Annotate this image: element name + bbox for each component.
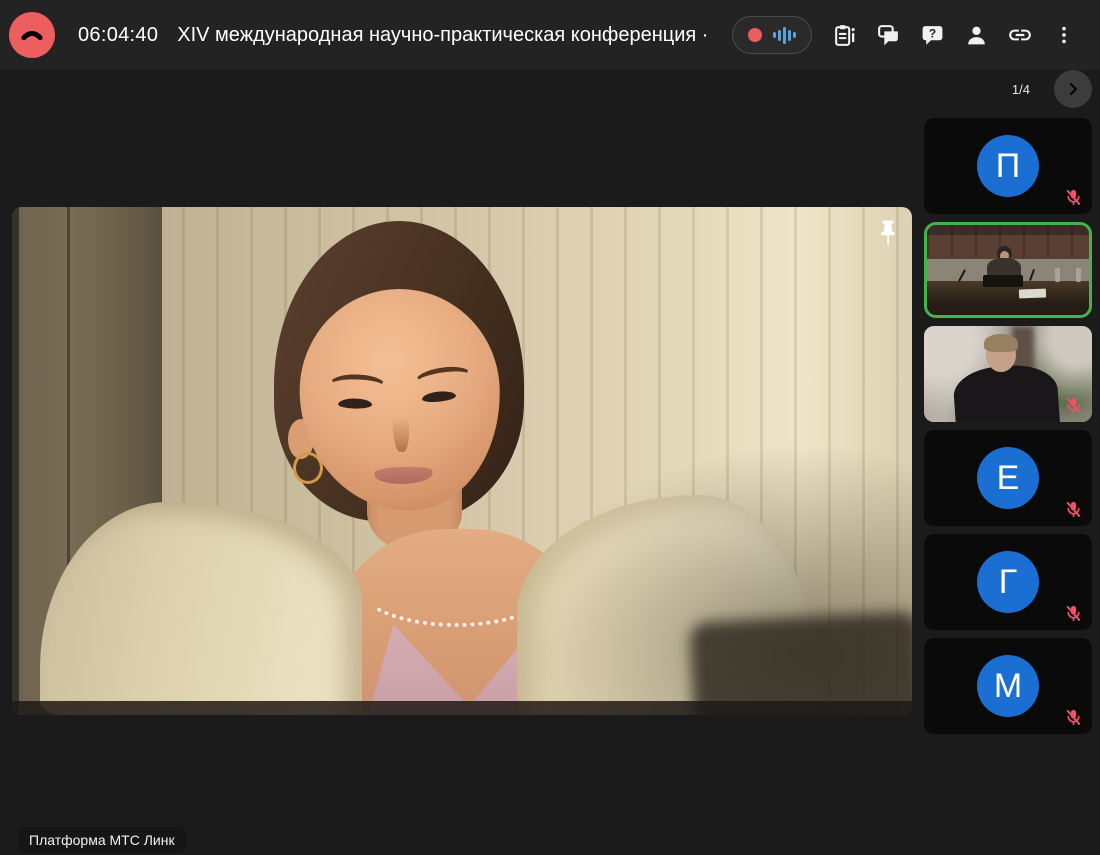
participants-button[interactable] [954,13,998,57]
record-dot-icon [748,28,762,42]
conference-room-video [927,225,1089,315]
mic-muted-icon [1064,500,1083,519]
top-bar: 06:04:40 XIV международная научно-практи… [0,0,1100,70]
lips [374,466,433,485]
meeting-title: XIV международная научно-практическая ко… [177,24,708,47]
avatar-initial: М [994,669,1022,703]
avatar-initial: П [996,149,1020,183]
chat-icon [876,23,901,48]
avatar: П [977,135,1039,197]
participant-tile-avatar[interactable]: Г [924,534,1092,630]
desk-edge [12,701,912,715]
person-icon [964,23,989,48]
questions-button[interactable]: ? [910,13,954,57]
notes-button[interactable] [822,13,866,57]
eyebrow [414,364,472,393]
audio-wave-icon [773,26,796,44]
meeting-timer: 06:04:40 [78,24,158,47]
avatar-initial: Г [999,565,1017,599]
participant-tile-avatar[interactable]: М [924,638,1092,734]
eye [338,398,372,409]
main-video-tile[interactable] [12,207,912,715]
meeting-window: 06:04:40 XIV международная научно-практи… [0,0,1100,855]
svg-text:?: ? [928,26,935,40]
link-icon [1007,22,1033,48]
mic-muted-icon [1064,188,1083,207]
avatar-initial: Е [997,461,1020,495]
participants-pagination: 1/4 [924,69,1092,109]
top-bar-actions: ? [822,13,1086,57]
notes-icon [832,23,857,48]
copy-link-button[interactable] [998,13,1042,57]
chevron-right-icon [1063,79,1083,99]
nose [392,394,410,453]
end-call-button[interactable] [9,12,55,58]
participant-tile-avatar[interactable]: Е [924,430,1092,526]
device-shadow [689,611,912,715]
eye [421,390,456,403]
participant-tile-avatar[interactable]: П [924,118,1092,214]
question-bubble-icon: ? [920,23,945,48]
recording-indicator[interactable] [732,16,812,54]
participant-tile-video[interactable] [924,326,1092,422]
participants-strip: П [924,118,1092,734]
avatar: М [977,655,1039,717]
participant-tile-active-speaker[interactable] [924,222,1092,318]
eyebrow [329,374,386,397]
next-page-button[interactable] [1054,70,1092,108]
kebab-menu-icon [1053,24,1075,46]
phone-hangup-icon [19,22,45,48]
platform-watermark: Платформа МТС Линк [18,827,186,853]
more-menu-button[interactable] [1042,13,1086,57]
mic-muted-icon [1064,708,1083,727]
pin-icon[interactable] [878,219,898,247]
mic-muted-icon [1064,396,1083,415]
mic-muted-icon [1064,604,1083,623]
avatar: Г [977,551,1039,613]
page-indicator: 1/4 [1012,82,1030,97]
chat-button[interactable] [866,13,910,57]
avatar: Е [977,447,1039,509]
